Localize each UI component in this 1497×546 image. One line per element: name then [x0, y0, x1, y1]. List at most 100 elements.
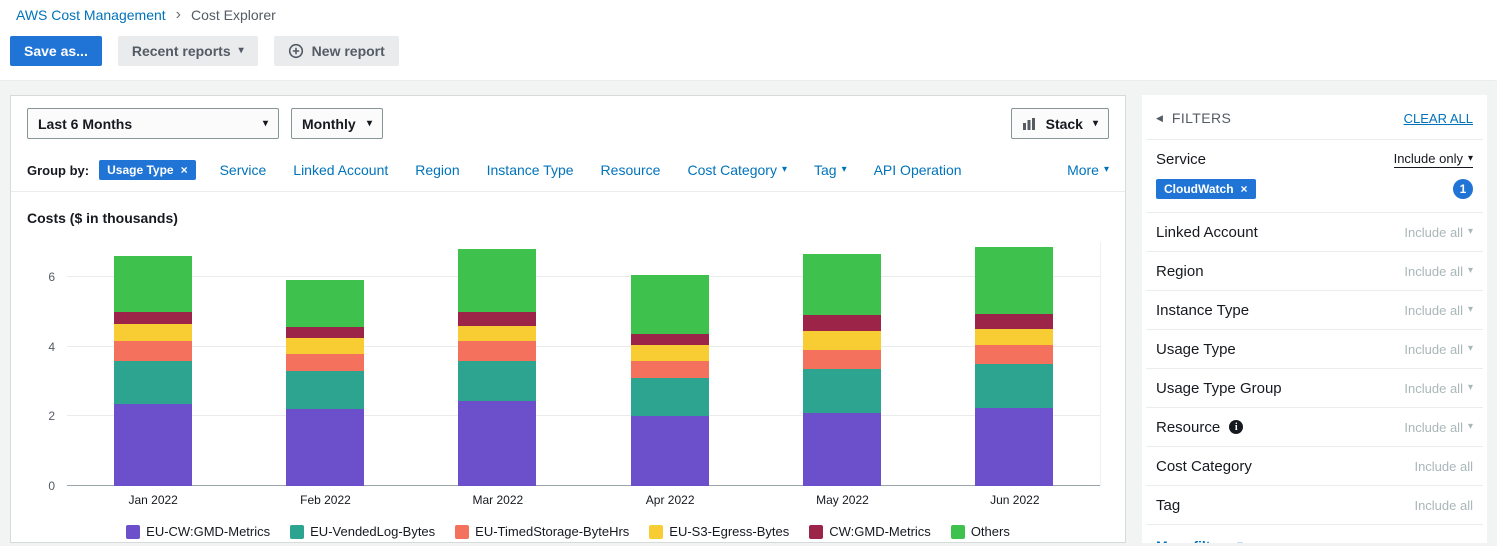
group-by-option-linked-account[interactable]: Linked Account	[293, 162, 388, 178]
y-axis: 0 2 4 6	[19, 242, 67, 493]
legend-label: EU-VendedLog-Bytes	[310, 524, 436, 539]
chevron-down-icon: ▾	[1103, 164, 1109, 175]
bar-segment	[974, 407, 1053, 486]
legend-item-eu-vendedlog-bytes[interactable]: EU-VendedLog-Bytes	[290, 524, 435, 539]
service-include-value: Include only	[1393, 151, 1463, 166]
close-icon[interactable]: ×	[1241, 183, 1248, 195]
granularity-select[interactable]: Monthly ▾	[291, 108, 383, 139]
group-by-option-instance-type[interactable]: Instance Type	[487, 162, 574, 178]
filter-include-dropdown[interactable]: Include all ▾	[1404, 342, 1473, 357]
group-by-chip-usage-type[interactable]: Usage Type ×	[99, 160, 196, 180]
bar-segment	[630, 275, 709, 335]
chart-type-select[interactable]: Stack ▾	[1010, 108, 1109, 139]
breadcrumb-current: Cost Explorer	[190, 7, 276, 23]
filter-include-dropdown[interactable]: Include all ▾	[1404, 303, 1473, 318]
y-tick-label: 0	[48, 479, 55, 493]
bar-segment	[458, 249, 537, 312]
bars	[67, 242, 1100, 486]
service-chip-cloudwatch[interactable]: CloudWatch ×	[1156, 179, 1256, 199]
bar-segment	[458, 400, 537, 486]
x-axis-label: Feb 2022	[300, 493, 351, 507]
filter-label: Usage Type	[1156, 340, 1236, 358]
stacked-bar-mar-2022[interactable]	[458, 242, 537, 486]
legend-item-eu-timedstorage-bytehrs[interactable]: EU-TimedStorage-ByteHrs	[455, 524, 629, 539]
bar-segment	[802, 315, 881, 331]
granularity-value: Monthly	[302, 115, 356, 132]
filter-label: Linked Account	[1156, 223, 1258, 241]
collapse-panel-icon[interactable]: ◀	[1156, 113, 1163, 124]
x-axis-label: Mar 2022	[472, 493, 524, 507]
bar-slot	[928, 242, 1100, 486]
bar-segment	[802, 330, 881, 351]
legend-item-eu-s3-egress-bytes[interactable]: EU-S3-Egress-Bytes	[649, 524, 789, 539]
group-by-option-label: Cost Category	[687, 162, 777, 178]
y-tick-label: 4	[48, 339, 55, 354]
info-icon[interactable]: i	[1229, 420, 1244, 434]
chevron-down-icon: ▾	[1467, 152, 1473, 164]
bar-segment	[114, 323, 193, 342]
filter-include-dropdown[interactable]: Include all	[1414, 498, 1473, 513]
more-filters-link[interactable]: More filters ▾	[1146, 525, 1253, 543]
bar-chart-icon	[1022, 117, 1035, 130]
filter-label-wrap: Usage Type Group	[1156, 380, 1282, 397]
chevron-down-icon: ▾	[1467, 421, 1473, 432]
stacked-bar-may-2022[interactable]	[802, 242, 881, 486]
bar-segment	[286, 371, 365, 410]
group-by-option-resource[interactable]: Resource	[601, 162, 661, 178]
filter-include-dropdown[interactable]: Include all ▾	[1404, 264, 1473, 279]
bar-segment	[974, 364, 1053, 408]
more-filters-label: More filters	[1156, 538, 1231, 543]
bar-segment	[114, 256, 193, 312]
bar-segment	[458, 311, 537, 326]
bar-segment	[114, 311, 193, 324]
stacked-bar-jun-2022[interactable]	[974, 242, 1053, 486]
filter-label: Tag	[1156, 496, 1181, 514]
stacked-bar-feb-2022[interactable]	[286, 242, 365, 486]
legend-swatch	[649, 524, 664, 539]
filter-include-dropdown[interactable]: Include all ▾	[1404, 225, 1473, 240]
time-range-value: Last 6 Months	[38, 115, 133, 132]
filter-include-dropdown[interactable]: Include all ▾	[1404, 420, 1473, 435]
filter-row-usage-type: Usage Type Include all ▾	[1146, 330, 1483, 369]
clear-all-link[interactable]: CLEAR ALL	[1404, 111, 1473, 126]
group-by-option-service[interactable]: Service	[220, 162, 267, 178]
new-report-button[interactable]: New report	[273, 36, 399, 66]
time-range-select[interactable]: Last 6 Months ▾	[27, 108, 279, 139]
bar-segment	[630, 334, 709, 345]
filter-include-dropdown[interactable]: Include all	[1414, 459, 1473, 474]
chevron-down-icon: ▾	[238, 45, 244, 56]
filter-label: Resource	[1156, 418, 1221, 436]
service-include-dropdown[interactable]: Include only ▾	[1393, 151, 1473, 168]
chevron-down-icon: ▾	[1092, 117, 1098, 129]
group-by-option-region[interactable]: Region	[415, 162, 459, 178]
group-by-option-cost-category[interactable]: Cost Category ▾	[687, 162, 787, 178]
bar-segment	[974, 247, 1053, 314]
group-by-more[interactable]: More ▾	[1067, 162, 1109, 178]
bar-segment	[286, 353, 365, 371]
legend-item-cw-gmd-metrics[interactable]: CW:GMD-Metrics	[809, 524, 931, 539]
filter-include-dropdown[interactable]: Include all ▾	[1404, 381, 1473, 396]
bar-segment	[286, 327, 365, 338]
save-as-button[interactable]: Save as...	[10, 36, 102, 66]
breadcrumb-root-link[interactable]: AWS Cost Management	[16, 7, 166, 23]
recent-reports-button[interactable]: Recent reports ▾	[117, 36, 258, 66]
bar-segment	[974, 313, 1053, 330]
group-by-option-label: Tag	[813, 162, 837, 178]
stacked-bar-jan-2022[interactable]	[114, 242, 193, 486]
x-axis-label: Jun 2022	[990, 493, 1040, 507]
chevron-down-icon: ▾	[1237, 541, 1242, 544]
filter-include-value: Include all	[1414, 458, 1473, 474]
recent-reports-label: Recent reports	[131, 43, 231, 59]
group-by-bar: Group by: Usage Type × Service Linked Acc…	[11, 149, 1125, 192]
filter-label: Instance Type	[1156, 301, 1250, 319]
close-icon[interactable]: ×	[181, 164, 188, 176]
stacked-bar-apr-2022[interactable]	[630, 242, 709, 486]
group-by-option-tag[interactable]: Tag ▾	[814, 162, 847, 178]
legend-item-eu-cw-gmd-metrics[interactable]: EU-CW:GMD-Metrics	[126, 524, 270, 539]
group-by-option-api-operation[interactable]: API Operation	[874, 162, 962, 178]
filter-label-wrap: Resource i	[1156, 418, 1244, 436]
group-by-option-label: Instance Type	[486, 162, 574, 178]
chevron-down-icon: ▾	[841, 164, 847, 175]
legend-item-others[interactable]: Others	[950, 524, 1010, 539]
bar-segment	[286, 409, 365, 486]
